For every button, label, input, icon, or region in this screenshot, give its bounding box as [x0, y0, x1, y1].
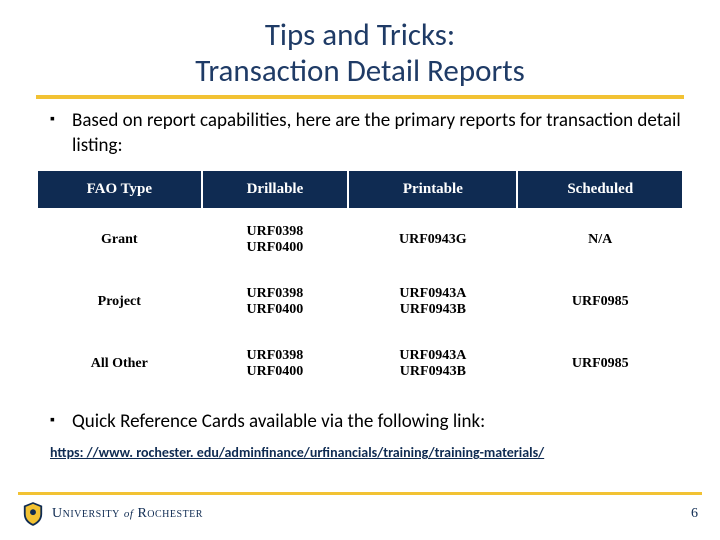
cell: URF0398URF0400 — [202, 209, 349, 271]
logo-rochester: Rochester — [137, 506, 203, 522]
title-underline — [36, 95, 684, 99]
footer-bar: University of Rochester 6 — [0, 501, 720, 537]
bullet-item: Based on report capabilities, here are t… — [50, 109, 684, 158]
cell: URF0398URF0400 — [202, 271, 349, 333]
university-logo: University of Rochester — [22, 501, 203, 527]
cell: N/A — [517, 209, 683, 271]
cell: Project — [37, 271, 202, 333]
footer: University of Rochester 6 — [0, 492, 720, 540]
cell: URF0398URF0400 — [202, 333, 349, 395]
slide-title: Tips and Tricks:Transaction Detail Repor… — [36, 18, 684, 89]
slide: Tips and Tricks:Transaction Detail Repor… — [0, 0, 720, 540]
page-number: 6 — [691, 506, 698, 522]
col-drillable: Drillable — [202, 170, 349, 209]
crest-icon — [22, 501, 44, 527]
col-fao-type: FAO Type — [37, 170, 202, 209]
table-row: All Other URF0398URF0400 URF0943AURF0943… — [37, 333, 683, 395]
reference-link[interactable]: https: //www. rochester. edu/adminfinanc… — [36, 444, 684, 461]
logo-text: University of Rochester — [52, 506, 203, 522]
cell: URF0985 — [517, 333, 683, 395]
cell: URF0985 — [517, 271, 683, 333]
table-header-row: FAO Type Drillable Printable Scheduled — [37, 170, 683, 209]
cell: URF0943AURF0943B — [348, 271, 517, 333]
cell: All Other — [37, 333, 202, 395]
cell: Grant — [37, 209, 202, 271]
cell: URF0943G — [348, 209, 517, 271]
col-printable: Printable — [348, 170, 517, 209]
bullet-item: Quick Reference Cards available via the … — [50, 410, 684, 435]
logo-university: University — [52, 506, 120, 522]
bullet-list-1: Based on report capabilities, here are t… — [36, 109, 684, 158]
col-scheduled: Scheduled — [517, 170, 683, 209]
reports-table: FAO Type Drillable Printable Scheduled G… — [36, 169, 684, 396]
footer-rule — [18, 492, 702, 495]
cell: URF0943AURF0943B — [348, 333, 517, 395]
logo-of: of — [124, 508, 134, 520]
table-row: Project URF0398URF0400 URF0943AURF0943B … — [37, 271, 683, 333]
table-row: Grant URF0398URF0400 URF0943G N/A — [37, 209, 683, 271]
bullet-list-2: Quick Reference Cards available via the … — [36, 410, 684, 435]
